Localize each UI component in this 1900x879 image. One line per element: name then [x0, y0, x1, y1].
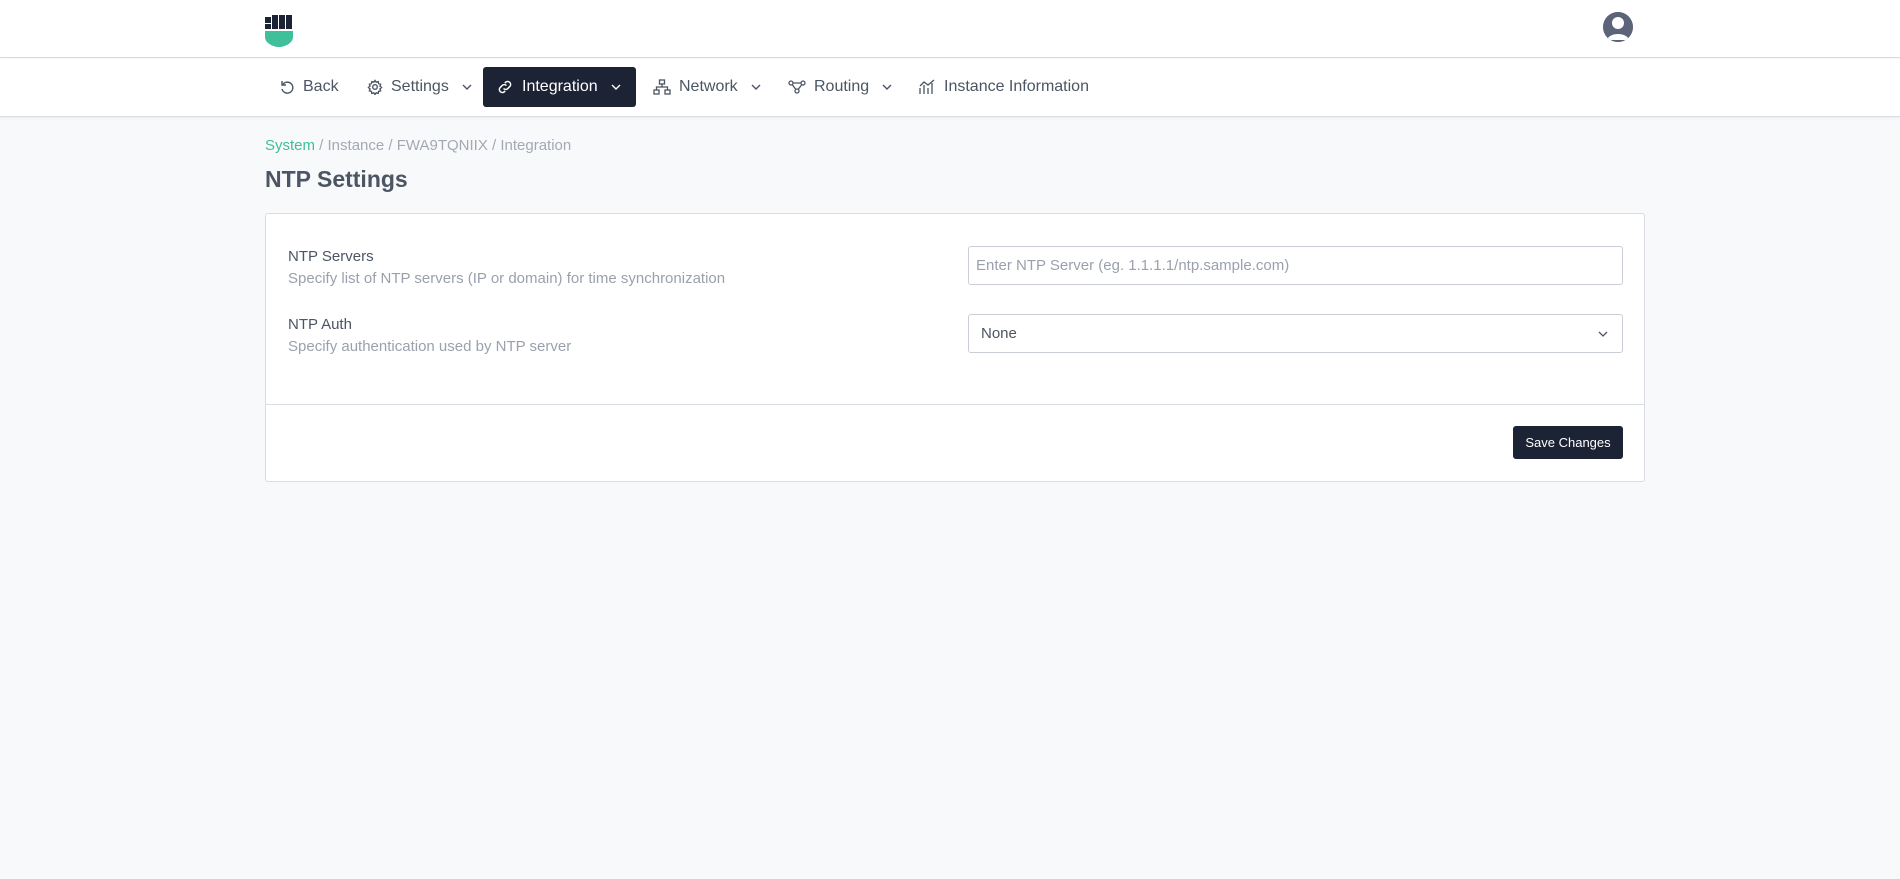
chevron-down-icon: [751, 84, 761, 90]
chevron-down-icon: [882, 84, 892, 90]
network-icon: [653, 79, 671, 95]
ntp-servers-label: NTP Servers: [288, 248, 374, 265]
nav-back-label: Back: [303, 78, 339, 95]
settings-card: NTP Servers Specify list of NTP servers …: [265, 213, 1645, 482]
gear-icon: [367, 79, 383, 95]
shield-logo-icon[interactable]: [265, 15, 293, 47]
nav-integration[interactable]: Integration: [483, 67, 636, 107]
undo-icon: [281, 81, 294, 94]
nav-instance-information[interactable]: Instance Information: [905, 67, 1102, 107]
chevron-down-icon: [1598, 331, 1608, 337]
nav-routing[interactable]: Routing: [775, 67, 906, 107]
ntp-auth-selected-value: None: [981, 325, 1017, 342]
nav-network-label: Network: [679, 78, 738, 95]
chevron-down-icon: [611, 84, 621, 90]
nav-instance-information-label: Instance Information: [944, 78, 1089, 95]
nav-back[interactable]: Back: [266, 67, 352, 107]
nav-routing-label: Routing: [814, 78, 870, 95]
routing-icon: [788, 80, 806, 94]
save-changes-button[interactable]: Save Changes: [1513, 426, 1623, 459]
nav-settings-label: Settings: [391, 78, 449, 95]
chevron-down-icon: [462, 84, 472, 90]
ntp-servers-input[interactable]: [968, 246, 1623, 285]
breadcrumb-root-link[interactable]: System: [265, 137, 315, 154]
nav-network[interactable]: Network: [640, 67, 775, 107]
nav-integration-label: Integration: [522, 78, 598, 95]
link-icon: [498, 80, 512, 94]
card-divider: [266, 404, 1644, 405]
user-avatar-icon[interactable]: [1603, 12, 1633, 42]
page-title: NTP Settings: [265, 166, 408, 192]
ntp-auth-select[interactable]: None: [968, 314, 1623, 353]
ntp-auth-help: Specify authentication used by NTP serve…: [288, 338, 572, 355]
ntp-servers-help: Specify list of NTP servers (IP or domai…: [288, 270, 726, 287]
breadcrumb: System / Instance / FWA9TQNIIX / Integra…: [265, 137, 571, 154]
nav-settings[interactable]: Settings: [354, 67, 486, 107]
nav-bar: Back Settings Integration Network Routin…: [0, 59, 1900, 117]
chart-icon: [919, 79, 935, 94]
ntp-auth-label: NTP Auth: [288, 316, 352, 333]
top-bar: [0, 0, 1900, 58]
breadcrumb-path: / Instance / FWA9TQNIIX / Integration: [315, 137, 572, 154]
